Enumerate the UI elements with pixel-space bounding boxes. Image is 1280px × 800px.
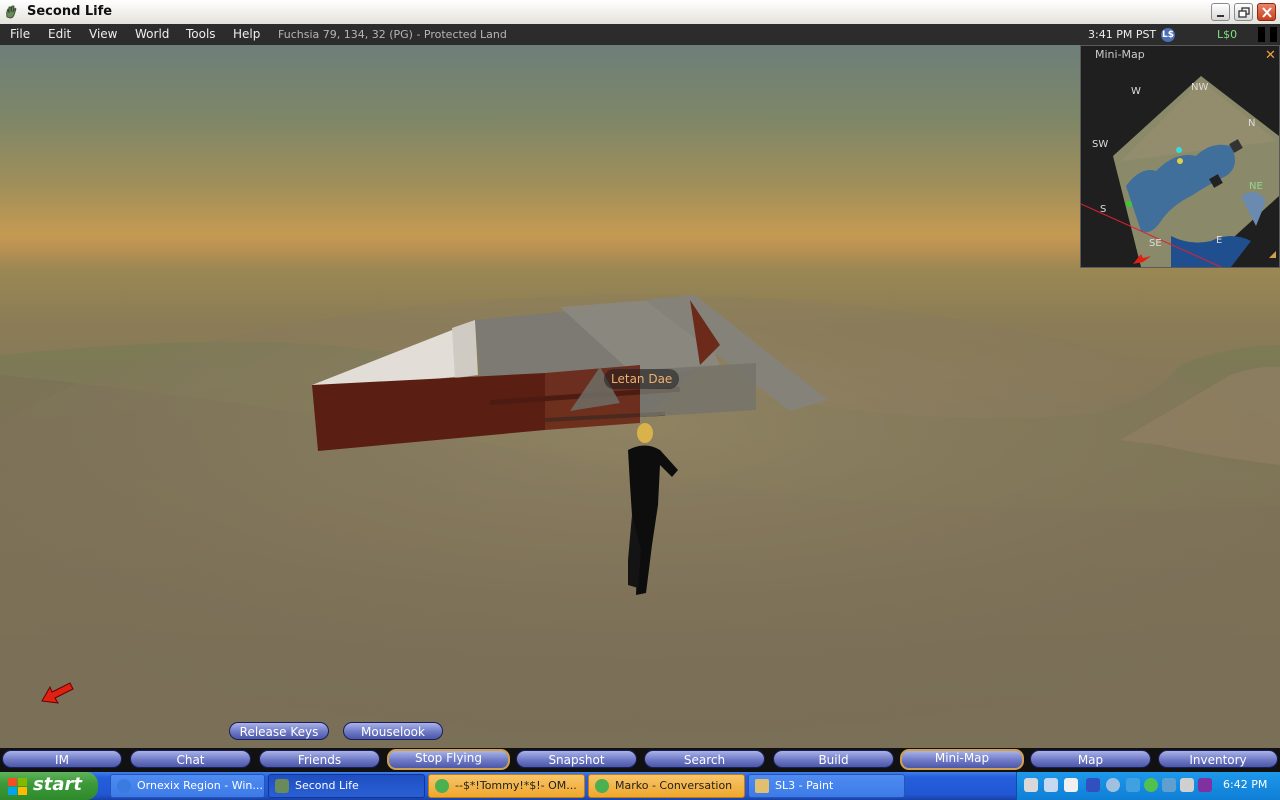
- restore-button[interactable]: [1234, 3, 1253, 21]
- release-keys-button[interactable]: Release Keys: [229, 722, 329, 740]
- task-label: --$*!Tommy!*$!- OM...: [455, 779, 577, 792]
- task-label: Marko - Conversation: [615, 779, 733, 792]
- compass-s: S: [1100, 204, 1107, 215]
- network-tray-icon[interactable]: [1086, 778, 1100, 792]
- compass-w: W: [1131, 86, 1141, 97]
- minimize-button[interactable]: [1211, 3, 1230, 21]
- menu-world[interactable]: World: [135, 27, 169, 41]
- monitor-tray-icon[interactable]: [1044, 778, 1058, 792]
- start-label: start: [33, 774, 82, 795]
- window-title-bar[interactable]: Second Life: [0, 0, 1280, 25]
- snapshot-button[interactable]: Snapshot: [516, 750, 637, 768]
- internet-explorer-icon: [117, 779, 131, 793]
- windows-logo-icon: [8, 778, 27, 795]
- task-second-life[interactable]: Second Life: [268, 774, 425, 798]
- task-paint[interactable]: SL3 - Paint: [748, 774, 905, 798]
- mini-map-button[interactable]: Mini-Map: [900, 749, 1024, 770]
- task-label: Second Life: [295, 779, 359, 792]
- messenger-icon: [435, 779, 449, 793]
- menu-file[interactable]: File: [10, 27, 30, 41]
- second-life-hand-icon: [6, 5, 17, 19]
- pen-tray-icon[interactable]: [1024, 778, 1038, 792]
- mini-map-terrain: [1081, 76, 1279, 267]
- task-label: Ornexix Region - Win...: [137, 779, 263, 792]
- close-button[interactable]: [1257, 3, 1276, 21]
- stop-flying-button[interactable]: Stop Flying: [387, 749, 510, 770]
- mouselook-button[interactable]: Mouselook: [343, 722, 443, 740]
- inventory-button[interactable]: Inventory: [1158, 750, 1278, 768]
- paint-icon: [755, 779, 769, 793]
- friends-button[interactable]: Friends: [259, 750, 380, 768]
- sl-time: 3:41 PM PST: [1088, 28, 1157, 41]
- menu-edit[interactable]: Edit: [48, 27, 71, 41]
- task-browser[interactable]: Ornexix Region - Win...: [110, 774, 265, 798]
- compass-n: N: [1248, 118, 1256, 129]
- status-indicator: [1258, 27, 1265, 42]
- avatar-name-tag: Letan Dae: [604, 369, 680, 389]
- messenger-icon: [595, 779, 609, 793]
- compass-sw: SW: [1092, 139, 1109, 150]
- map-button[interactable]: Map: [1030, 750, 1151, 768]
- volume-tray-icon[interactable]: [1180, 778, 1194, 792]
- task-label: SL3 - Paint: [775, 779, 834, 792]
- menu-help[interactable]: Help: [233, 27, 260, 41]
- task-im-marko[interactable]: Marko - Conversation: [588, 774, 745, 798]
- compass-ne: NE: [1249, 181, 1263, 192]
- im-button[interactable]: IM: [2, 750, 122, 768]
- window-title: Second Life: [27, 4, 113, 19]
- task-im-tommy[interactable]: --$*!Tommy!*$!- OM...: [428, 774, 585, 798]
- chat-button[interactable]: Chat: [130, 750, 251, 768]
- close-icon: [1262, 7, 1272, 18]
- compass-e: E: [1216, 235, 1223, 246]
- app-tray-icon[interactable]: [1198, 778, 1212, 792]
- status-indicator: [1270, 27, 1277, 42]
- menu-view[interactable]: View: [89, 27, 117, 41]
- help-tray-icon[interactable]: [1064, 778, 1078, 792]
- red-arrow-icon: [41, 682, 74, 704]
- restore-icon: [1238, 7, 1250, 18]
- minimize-icon: [1217, 15, 1224, 17]
- second-life-hand-icon: [275, 779, 289, 793]
- balance: L$0: [1217, 28, 1238, 41]
- start-button[interactable]: start: [0, 772, 98, 800]
- messenger-tray-icon[interactable]: [1126, 778, 1140, 792]
- chevron-left-icon[interactable]: [1106, 778, 1120, 792]
- menu-bar: File Edit View World Tools Help Fuchsia …: [0, 24, 1280, 45]
- menu-tools[interactable]: Tools: [186, 27, 216, 41]
- build-button[interactable]: Build: [773, 750, 894, 768]
- tray-clock: 6:42 PM: [1223, 778, 1268, 791]
- mini-map-panel[interactable]: Mini-Map ✕ W NW N SW NE S SE E: [1080, 45, 1280, 268]
- bottom-toolbar: IM Chat Friends Stop Flying Snapshot Sea…: [0, 748, 1280, 772]
- connection-tray-icon[interactable]: [1162, 778, 1176, 792]
- location-readout[interactable]: Fuchsia 79, 134, 32 (PG) - Protected Lan…: [278, 28, 507, 41]
- buy-currency-icon[interactable]: L$: [1161, 28, 1175, 42]
- compass-nw: NW: [1191, 82, 1209, 93]
- buddy-tray-icon[interactable]: [1144, 778, 1158, 792]
- compass-se: SE: [1149, 238, 1162, 249]
- search-button[interactable]: Search: [644, 750, 765, 768]
